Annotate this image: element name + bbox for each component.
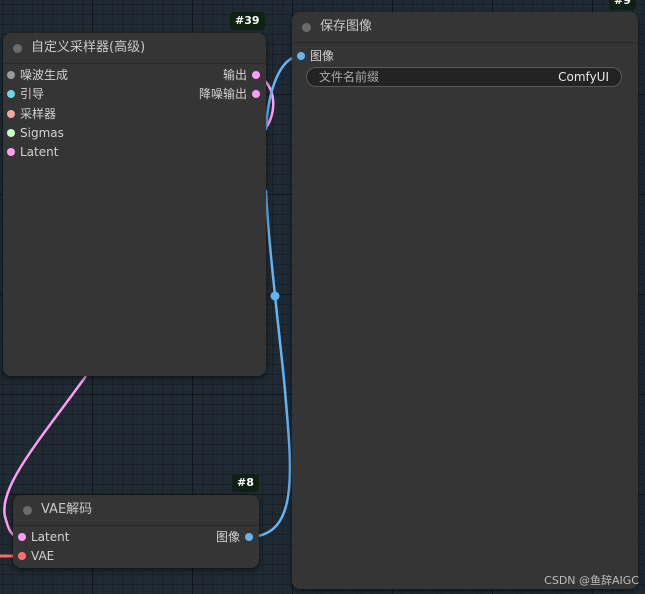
output-image[interactable]: 图像 bbox=[193, 528, 253, 546]
slot-dot-icon[interactable] bbox=[7, 110, 15, 118]
slot-dot-icon[interactable] bbox=[252, 71, 260, 79]
node-title-bar[interactable]: 保存图像 bbox=[292, 12, 638, 43]
slot-dot-icon[interactable] bbox=[252, 90, 260, 98]
node-title: 自定义采样器(高级) bbox=[31, 40, 146, 55]
custom-sampler-node[interactable]: 自定义采样器(高级) 噪波生成 引导 采样器 Sigmas Latent 输出 … bbox=[3, 33, 266, 376]
slot-dot-icon[interactable] bbox=[18, 533, 26, 541]
watermark: CSDN @鱼辞AIGC bbox=[544, 574, 639, 587]
slot-dot-icon[interactable] bbox=[18, 552, 26, 560]
node-title: VAE解码 bbox=[41, 502, 93, 517]
slot-dot-icon[interactable] bbox=[7, 129, 15, 137]
output-denoised[interactable]: 降噪输出 bbox=[180, 85, 260, 103]
slot-dot-icon[interactable] bbox=[297, 52, 305, 60]
node-title-bar[interactable]: VAE解码 bbox=[13, 495, 259, 526]
node-id-badge: #39 bbox=[230, 12, 265, 30]
collapse-dot-icon[interactable] bbox=[302, 23, 311, 32]
node-title: 保存图像 bbox=[320, 19, 373, 34]
widget-value: ComfyUI bbox=[558, 70, 609, 84]
node-id-badge: #9 bbox=[609, 0, 636, 10]
save-image-node[interactable]: 保存图像 图像 文件名前缀 ComfyUI bbox=[292, 12, 638, 589]
slot-dot-icon[interactable] bbox=[245, 533, 253, 541]
node-id-badge: #8 bbox=[232, 474, 259, 492]
slot-dot-icon[interactable] bbox=[7, 90, 15, 98]
widget-label: 文件名前缀 bbox=[319, 70, 380, 84]
collapse-dot-icon[interactable] bbox=[13, 44, 22, 53]
slot-dot-icon[interactable] bbox=[7, 148, 15, 156]
reroute-dot bbox=[270, 291, 280, 301]
output-output[interactable]: 输出 bbox=[180, 66, 260, 84]
slot-dot-icon[interactable] bbox=[7, 71, 15, 79]
vae-decode-node[interactable]: VAE解码 Latent VAE 图像 bbox=[13, 495, 259, 568]
collapse-dot-icon[interactable] bbox=[23, 506, 32, 515]
filename-prefix-field[interactable]: 文件名前缀 ComfyUI bbox=[306, 67, 622, 87]
node-title-bar[interactable]: 自定义采样器(高级) bbox=[3, 33, 266, 64]
